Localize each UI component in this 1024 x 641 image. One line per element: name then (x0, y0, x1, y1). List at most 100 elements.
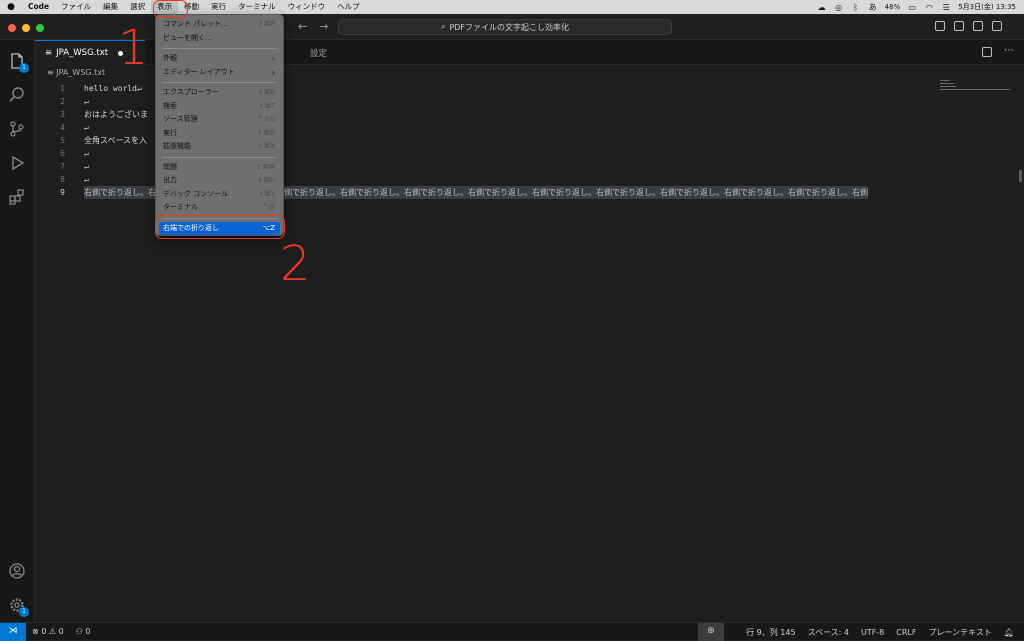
minimap[interactable] (940, 80, 1015, 100)
menu-selection[interactable]: 選択 (124, 0, 151, 14)
line-text: ↵ (84, 149, 89, 158)
problems-status[interactable]: ⊗ 0 ⚠ 0 (32, 627, 64, 636)
menu-item-label: ソース管理 (163, 115, 198, 123)
menu-item-output[interactable]: 出力 ⇧⌘U (156, 174, 283, 188)
line-text: ↵ (84, 175, 89, 184)
file-text-icon: ≡ (45, 48, 53, 58)
line-number: 1 (60, 84, 65, 93)
back-arrow-icon[interactable]: ← (298, 20, 307, 33)
menu-help[interactable]: ヘルプ (331, 0, 366, 14)
annotation-step-1: 1 (118, 20, 149, 76)
cloud-icon[interactable]: ☁ (817, 3, 827, 12)
command-center-label: PDFファイルの文字起こし効率化 (449, 22, 570, 32)
activity-bar: 1 1 (0, 40, 35, 622)
customize-layout-icon[interactable] (992, 21, 1002, 31)
menu-item-debug-console[interactable]: デバッグ コンソール ⇧⌘Y (156, 188, 283, 202)
apple-icon[interactable]: ● (0, 2, 22, 12)
zoom-icon[interactable]: ⊕ (698, 623, 724, 641)
wifi-icon[interactable]: ◠ (924, 3, 934, 12)
remote-indicator-icon[interactable]: ⋊ (0, 623, 26, 641)
annotation-circle-word-wrap (155, 215, 285, 239)
menu-item-terminal[interactable]: ターミナル ^@ (156, 201, 283, 215)
clock[interactable]: 5月3日(金) 13:35 (958, 2, 1016, 12)
menu-item-shortcut: ⇧⌘Y (257, 189, 275, 198)
sync-icon[interactable]: ◎ (834, 3, 844, 12)
menu-separator (162, 48, 277, 49)
line-number: 3 (60, 110, 65, 119)
manage-badge: 1 (19, 607, 29, 617)
annotation-circle-view-menu (153, 0, 188, 18)
menu-item-problems[interactable]: 問題 ⇧⌘M (156, 161, 283, 175)
battery-icon[interactable]: ▭ (907, 3, 917, 12)
more-actions-icon[interactable]: ⋯ (1004, 45, 1014, 56)
window-controls (8, 24, 44, 32)
indentation[interactable]: スペース: 4 (808, 627, 849, 638)
forward-arrow-icon[interactable]: → (319, 20, 328, 33)
tab-settings[interactable]: 設定 (310, 40, 327, 65)
menu-item-label: 実行 (163, 128, 177, 137)
menu-item-run[interactable]: 実行 ⇧⌘D (156, 127, 283, 141)
menu-item-open-view[interactable]: ビューを開く... (156, 32, 283, 46)
bell-icon[interactable]: 🔔︎ (1004, 628, 1014, 637)
menu-item-explorer[interactable]: エクスプローラー ⇧⌘E (156, 86, 283, 100)
toggle-panel-icon[interactable] (954, 21, 964, 31)
menu-run[interactable]: 実行 (205, 0, 232, 14)
close-window-button[interactable] (8, 24, 16, 32)
command-center-search[interactable]: ⌕ PDFファイルの文字起こし効率化 (338, 19, 672, 35)
accounts-icon[interactable] (8, 562, 26, 580)
bluetooth-icon[interactable]: ᛒ (851, 3, 861, 12)
menu-item-shortcut: ⇧⌘P (257, 20, 275, 28)
ports-status[interactable]: ⚇ 0 (76, 627, 91, 636)
menu-item-label: 出力 (163, 176, 177, 184)
file-text-icon: ≡ (47, 68, 57, 77)
split-editor-icon[interactable] (982, 47, 992, 57)
menu-item-source-control[interactable]: ソース管理 ^⇧G (156, 113, 283, 127)
menu-item-appearance[interactable]: 外観 › (156, 52, 283, 66)
explorer-icon[interactable]: 1 (8, 52, 29, 73)
menu-file[interactable]: ファイル (55, 0, 97, 14)
minimize-window-button[interactable] (22, 24, 30, 32)
breadcrumb[interactable]: ≡ JPA_WSG.txt (47, 68, 105, 77)
navigation-arrows: ← → (298, 20, 328, 33)
status-right: 行 9、列 145 スペース: 4 UTF-8 CRLF プレーンテキスト 🔔︎ (746, 627, 1014, 638)
tab-settings-label: 設定 (310, 48, 328, 59)
input-source-icon[interactable]: あ (868, 2, 878, 13)
menu-item-label: 問題 (163, 162, 177, 171)
cursor-position[interactable]: 行 9、列 145 (746, 627, 795, 638)
menu-item-shortcut: ⇧⌘D (256, 128, 275, 137)
extensions-icon[interactable] (8, 188, 26, 206)
menu-item-extensions[interactable]: 拡張機能 ⇧⌘X (156, 140, 283, 154)
menu-edit[interactable]: 編集 (97, 0, 124, 14)
toggle-sidebar-icon[interactable] (935, 21, 945, 31)
battery-percent[interactable]: 48% (885, 3, 901, 11)
source-control-icon[interactable] (8, 120, 26, 138)
control-center-icon[interactable]: ☰ (941, 3, 951, 12)
line-text: 全角スペースを入 (84, 136, 148, 145)
line-text: hello world↵ (84, 84, 142, 93)
manage-gear-icon[interactable]: 1 (8, 596, 29, 617)
search-view-icon[interactable] (8, 86, 26, 104)
breadcrumb-file: JPA_WSG.txt (56, 68, 106, 77)
chevron-right-icon: › (271, 67, 275, 77)
zoom-window-button[interactable] (36, 24, 44, 32)
run-debug-icon[interactable] (8, 154, 26, 172)
line-number: 6 (60, 149, 65, 158)
end-of-line[interactable]: CRLF (896, 628, 916, 637)
menu-item-shortcut: ^@ (262, 203, 275, 211)
error-count: 0 (41, 627, 47, 636)
encoding[interactable]: UTF-8 (861, 628, 884, 637)
menu-item-search[interactable]: 検索 ⇧⌘F (156, 100, 283, 114)
language-mode[interactable]: プレーンテキスト (928, 627, 991, 638)
menu-app-name[interactable]: Code (22, 0, 55, 14)
menu-terminal[interactable]: ターミナル (232, 0, 282, 14)
menu-item-editor-layout[interactable]: エディター レイアウト › (156, 66, 283, 80)
line-number: 5 (60, 136, 65, 145)
scrollbar-marker[interactable] (1019, 170, 1022, 182)
line-text: ↵ (84, 123, 89, 132)
menu-item-shortcut: ^⇧G (257, 115, 275, 123)
menu-separator (162, 156, 277, 158)
menu-item-command-palette[interactable]: コマンド パレット... ⇧⌘P (156, 18, 283, 32)
toggle-secondary-sidebar-icon[interactable] (973, 21, 983, 31)
menu-window[interactable]: ウィンドウ (282, 0, 332, 14)
line-number: 2 (60, 97, 65, 106)
